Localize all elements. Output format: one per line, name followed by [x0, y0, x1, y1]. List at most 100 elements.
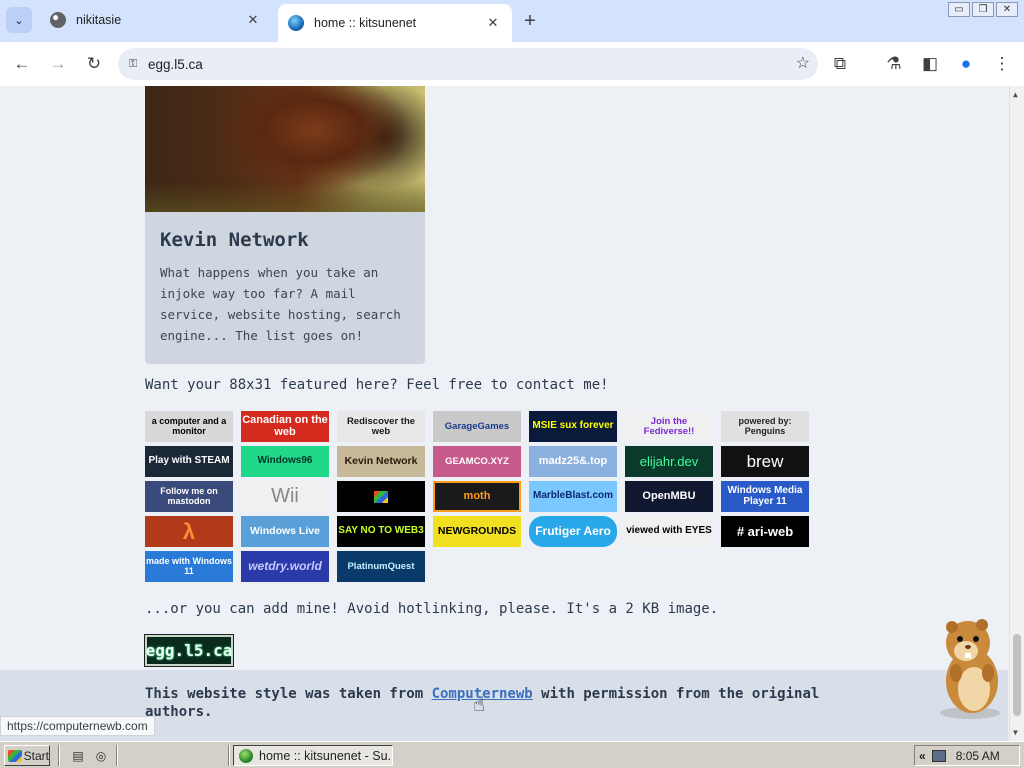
button-88x31-label: wetdry.world — [248, 559, 322, 574]
button-88x31-label: a computer and a monitor — [151, 416, 227, 436]
button-88x31[interactable]: SAY NO TO WEB3 — [337, 516, 425, 547]
side-panel-button[interactable]: ◧ — [916, 50, 944, 78]
site-info-icon[interactable]: ⚿ — [126, 57, 140, 71]
taskbar-window-button[interactable]: home :: kitsunenet - Su... — [233, 745, 393, 766]
button-88x31-label: Wii — [271, 485, 299, 507]
egg-88x31-badge[interactable]: egg.l5.ca — [144, 634, 234, 667]
kevin-network-card[interactable]: Kevin Network What happens when you take… — [145, 86, 425, 364]
add-mine-text: ...or you can add mine! Avoid hotlinking… — [145, 601, 719, 617]
button-88x31[interactable]: madz25&.top — [529, 446, 617, 477]
button-88x31-label: Windows96 — [257, 455, 313, 467]
tab-kitsunenet[interactable]: home :: kitsunenet ✕ — [278, 4, 512, 42]
button-88x31[interactable]: Rediscover the web — [337, 411, 425, 442]
forward-button[interactable]: → — [44, 50, 72, 78]
button-88x31-label: Play with STEAM — [148, 455, 230, 467]
button-88x31[interactable]: NEWGROUNDS — [433, 516, 521, 547]
button-88x31-label: PlatinumQuest — [347, 560, 415, 572]
button-88x31[interactable]: Canadian on the web — [241, 411, 329, 442]
button-88x31[interactable]: powered by: Penguins — [721, 411, 809, 442]
button-88x31[interactable]: elijahr.dev — [625, 446, 713, 477]
arrow-left-icon: ← — [13, 54, 31, 73]
tab-search-button[interactable]: ⌄ — [6, 7, 32, 33]
button-88x31[interactable]: GEAMCO.XYZ — [433, 446, 521, 477]
button-88x31[interactable]: viewed with EYES — [625, 516, 713, 547]
close-icon[interactable]: ✕ — [484, 14, 502, 32]
scroll-down-icon[interactable]: ▼ — [1013, 728, 1018, 737]
profile-button[interactable]: ● — [952, 50, 980, 78]
link-status-bubble: https://computernewb.com — [0, 716, 155, 736]
button-88x31[interactable]: λ — [145, 516, 233, 547]
new-tab-button[interactable]: + — [516, 7, 544, 35]
button-88x31-label: Rediscover the web — [346, 415, 416, 437]
button-88x31[interactable]: moth — [433, 481, 521, 512]
button-88x31[interactable]: MSIE sux forever — [529, 411, 617, 442]
browser-quicklaunch-icon[interactable]: ◎ — [93, 748, 109, 763]
tray-expand-icon[interactable]: « — [919, 749, 926, 763]
card-title: Kevin Network — [160, 229, 309, 251]
back-button[interactable]: ← — [8, 50, 36, 78]
button-88x31[interactable]: Frutiger Aero — [529, 516, 617, 547]
button-88x31[interactable]: Follow me on mastodon — [145, 481, 233, 512]
button-88x31[interactable]: brew — [721, 446, 809, 477]
button-88x31-label: Canadian on the web — [242, 413, 328, 438]
close-window-button[interactable]: ✕ — [996, 2, 1018, 17]
button-88x31-label: GEAMCO.XYZ — [445, 455, 509, 467]
button-88x31[interactable]: OpenMBU — [625, 481, 713, 512]
more-vertical-icon: ⋮ — [993, 54, 1011, 73]
button-88x31-label: madz25&.top — [538, 454, 608, 467]
button-88x31-label: λ — [182, 518, 196, 544]
button-88x31[interactable]: MarbleBlast.com — [529, 481, 617, 512]
url-text[interactable]: egg.l5.ca — [148, 57, 203, 72]
featured-invite-text: Want your 88x31 featured here? Feel free… — [145, 377, 609, 393]
restore-button[interactable]: ❐ — [972, 2, 994, 17]
button-88x31[interactable]: Join the Fediverse!! — [625, 411, 713, 442]
labs-button[interactable]: ⚗ — [880, 50, 908, 78]
scroll-up-icon[interactable]: ▲ — [1013, 90, 1018, 99]
chevron-down-icon: ⌄ — [14, 14, 24, 27]
button-88x31-label: powered by: Penguins — [738, 416, 792, 436]
reload-button[interactable]: ↻ — [80, 50, 108, 78]
button-88x31[interactable]: GarageGames — [433, 411, 521, 442]
button-88x31[interactable] — [337, 481, 425, 512]
globe-icon — [288, 15, 304, 31]
footer-prefix: This website style was taken from — [145, 686, 432, 702]
scroll-thumb[interactable] — [1013, 634, 1021, 716]
taskbar-separator — [116, 745, 118, 766]
button-88x31[interactable]: Windows96 — [241, 446, 329, 477]
button-88x31-label: moth — [463, 489, 491, 502]
minimize-button[interactable]: ▭ — [948, 2, 970, 17]
window-controls: ▭ ❐ ✕ — [948, 2, 1018, 17]
button-88x31-label: NEWGROUNDS — [437, 524, 517, 537]
extensions-button[interactable]: ⧉ — [826, 50, 854, 78]
button-88x31-label: Frutiger Aero — [535, 524, 611, 539]
clock[interactable]: 8:05 AM — [956, 749, 1000, 763]
button-88x31[interactable]: Windows Live — [241, 516, 329, 547]
browser-menu-button[interactable]: ⋮ — [988, 50, 1016, 78]
start-button[interactable]: Start — [4, 745, 50, 766]
button-88x31[interactable]: Wii — [241, 481, 329, 512]
side-panel-icon: ◧ — [921, 54, 939, 73]
button-88x31[interactable]: Windows Media Player 11 — [721, 481, 809, 512]
tab-nikitasie[interactable]: nikitasie ✕ — [40, 4, 272, 36]
network-icon[interactable] — [931, 749, 946, 762]
puzzle-icon: ⧉ — [833, 54, 847, 73]
button-88x31-label: MarbleBlast.com — [532, 490, 614, 502]
button-88x31-label: Windows Media Player 11 — [727, 485, 803, 507]
button-88x31[interactable]: made with Windows 11 — [145, 551, 233, 582]
button-88x31[interactable]: # ari-web — [721, 516, 809, 547]
show-desktop-icon[interactable]: ▤ — [70, 748, 86, 763]
vertical-scrollbar[interactable]: ▲ ▼ — [1009, 86, 1024, 741]
button-88x31-label: Windows Live — [250, 524, 320, 537]
bookmark-star-icon[interactable]: ☆ — [796, 53, 810, 73]
page-viewport: Kevin Network What happens when you take… — [0, 86, 1024, 741]
button-88x31[interactable]: Kevin Network — [337, 446, 425, 477]
button-88x31[interactable]: Play with STEAM — [145, 446, 233, 477]
system-tray: « 8:05 AM — [914, 745, 1020, 766]
address-bar[interactable]: ⚿ egg.l5.ca ☆ — [118, 48, 818, 80]
button-88x31[interactable]: wetdry.world — [241, 551, 329, 582]
button-88x31[interactable]: a computer and a monitor — [145, 411, 233, 442]
windows-logo-icon — [374, 490, 388, 503]
close-icon[interactable]: ✕ — [244, 11, 262, 29]
button-88x31[interactable]: PlatinumQuest — [337, 551, 425, 582]
arrow-right-icon: → — [49, 54, 67, 73]
